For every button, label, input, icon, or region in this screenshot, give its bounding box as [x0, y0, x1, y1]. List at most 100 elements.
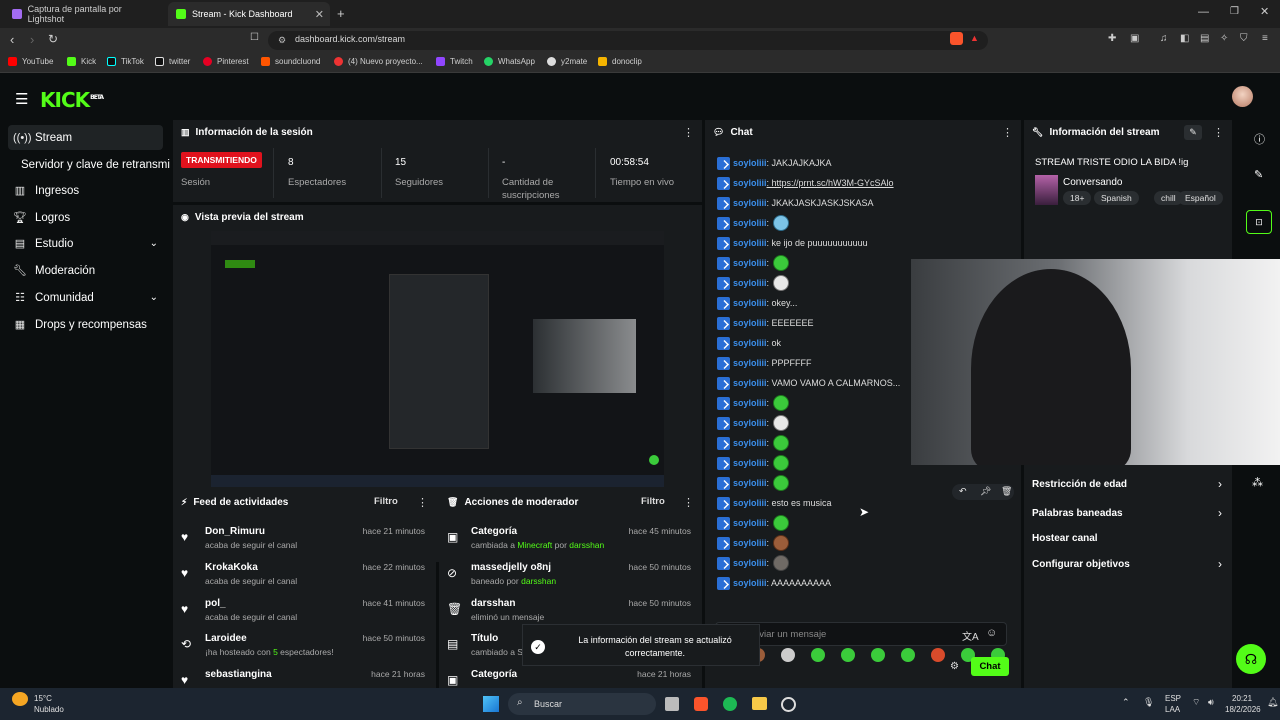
- chat-username[interactable]: soyloliii: [733, 458, 767, 468]
- chat-message[interactable]: soyloliii: EEEEEEE: [717, 314, 814, 332]
- chat-username[interactable]: soyloliii: [733, 478, 767, 488]
- chevron-down-icon[interactable]: ⌄: [150, 292, 158, 303]
- microphone-icon[interactable]: 🎙︎: [1143, 697, 1154, 708]
- hamburger-menu-icon[interactable]: ☰: [15, 90, 28, 108]
- language-layout[interactable]: LAA: [1165, 705, 1180, 714]
- sidebar-item-moderacion[interactable]: 🔧︎ Moderación: [8, 258, 163, 283]
- feed-user[interactable]: pol_: [205, 598, 226, 609]
- tab-lightshot[interactable]: Captura de pantalla por Lightshot: [4, 2, 164, 26]
- sidebar-item-estudio[interactable]: ▤ Estudio ⌄: [8, 231, 163, 256]
- chat-username[interactable]: soyloliii: [733, 518, 767, 528]
- feed-user[interactable]: Don_Rimuru: [205, 526, 265, 537]
- chat-message[interactable]: soyloliii: esto es musica: [717, 494, 832, 512]
- chat-message[interactable]: soyloliii: AAAAAAAAAA: [717, 574, 831, 592]
- sidebar-item-logros[interactable]: 🏆︎ Logros: [8, 205, 163, 230]
- kebab-menu-icon[interactable]: ⋮: [1213, 126, 1224, 139]
- wallet-icon[interactable]: ▤: [1200, 33, 1209, 44]
- chat-message[interactable]: soyloliii:: [717, 554, 790, 572]
- kebab-menu-icon[interactable]: ⋮: [683, 126, 694, 139]
- minimize-button[interactable]: —: [1198, 6, 1209, 18]
- quick-emote-icon[interactable]: [871, 648, 885, 662]
- weather-icon[interactable]: [12, 692, 28, 706]
- chat-username[interactable]: soyloliii: [733, 438, 767, 448]
- chat-message[interactable]: soyloliii: VAMO VAMO A CALMARNOS...: [717, 374, 900, 392]
- age-restriction-link[interactable]: Restricción de edad: [1032, 479, 1127, 490]
- close-tab-icon[interactable]: ✕: [315, 8, 324, 21]
- brave-shield-icon[interactable]: [950, 32, 963, 45]
- brave-rewards-icon[interactable]: ▲: [970, 33, 979, 43]
- leo-ai-icon[interactable]: ✧: [1220, 33, 1228, 44]
- extensions-icon[interactable]: ✚: [1108, 33, 1116, 44]
- mod-action-name[interactable]: darsshan: [471, 598, 515, 609]
- fullscreen-preview-icon[interactable]: ⊡: [1246, 210, 1272, 234]
- quick-emote-icon[interactable]: [901, 648, 915, 662]
- bookmark-twitter[interactable]: twitter: [155, 57, 190, 66]
- screenshot-icon[interactable]: ▣: [1130, 33, 1139, 44]
- chat-username[interactable]: soyloliii: [733, 338, 767, 348]
- clock-date[interactable]: 18/2/2026: [1225, 705, 1261, 714]
- chat-username[interactable]: soyloliii: [733, 558, 767, 568]
- kebab-menu-icon[interactable]: ⋮: [1002, 126, 1013, 139]
- chat-username[interactable]: soyloliii: [733, 578, 767, 588]
- chat-message[interactable]: soyloliii:: [717, 414, 790, 432]
- goals-link[interactable]: Configurar objetivos: [1032, 559, 1130, 570]
- chat-username[interactable]: soyloliii: [733, 158, 767, 168]
- brave-icon[interactable]: [694, 697, 708, 711]
- bookmark-pinterest[interactable]: Pinterest: [203, 57, 249, 66]
- url-text[interactable]: dashboard.kick.com/stream: [295, 34, 405, 44]
- sidebar-item-server-key[interactable]: Servidor y clave de retransmi: [16, 152, 176, 177]
- user-avatar[interactable]: [1232, 86, 1253, 107]
- chat-message[interactable]: soyloliii:: [717, 214, 790, 232]
- chat-username[interactable]: soyloliii: [733, 418, 767, 428]
- host-channel-link[interactable]: Hostear canal: [1032, 533, 1098, 544]
- pin-icon[interactable]: 📌︎: [980, 486, 991, 497]
- chat-message[interactable]: soyloliii: ke ijo de puuuuuuuuuuu: [717, 234, 868, 252]
- quick-emote-icon[interactable]: [841, 648, 855, 662]
- chat-username[interactable]: soyloliii: [733, 258, 767, 268]
- feed-user[interactable]: sebastiangina: [205, 669, 272, 680]
- chevron-right-icon[interactable]: ›: [1218, 506, 1222, 520]
- bookmark-donoclip[interactable]: donoclip: [598, 57, 642, 66]
- menu-icon[interactable]: ≡: [1262, 33, 1268, 44]
- chat-username[interactable]: soyloliii: [733, 498, 767, 508]
- new-tab-button[interactable]: +: [337, 6, 345, 21]
- sidebar-item-drops[interactable]: ▦ Drops y recompensas: [8, 312, 163, 337]
- feed-user[interactable]: Laroidee: [205, 633, 247, 644]
- chat-username[interactable]: soyloliii: [733, 538, 767, 548]
- filter-button[interactable]: Filtro: [641, 496, 665, 507]
- chat-message[interactable]: soyloliii:: [717, 274, 790, 292]
- chat-username[interactable]: soyloliii: [733, 378, 767, 388]
- tag[interactable]: 18+: [1063, 191, 1092, 205]
- translate-icon[interactable]: 文A: [962, 628, 979, 643]
- maximize-button[interactable]: ❐: [1230, 6, 1239, 17]
- chat-message[interactable]: soyloliii: PPPFFFF: [717, 354, 812, 372]
- wifi-icon[interactable]: ⌔: [1192, 697, 1200, 708]
- bookmark-soundcloud[interactable]: soundcluond: [261, 57, 320, 66]
- sidebar-toggle-icon[interactable]: ◧: [1180, 33, 1189, 44]
- connections-icon[interactable]: ⁂: [1252, 476, 1263, 489]
- weather-desc[interactable]: Nublado: [34, 705, 64, 714]
- chat-message[interactable]: soyloliii: JAKJAJKAJKA: [717, 154, 832, 172]
- chat-send-button[interactable]: Chat: [971, 657, 1009, 676]
- chat-username[interactable]: soyloliii: [733, 238, 767, 248]
- bookmark-twitch[interactable]: Twitch: [436, 57, 473, 66]
- stream-category[interactable]: Conversando: [1063, 177, 1122, 188]
- vpn-icon[interactable]: ⛉: [1240, 33, 1248, 44]
- chat-username[interactable]: soyloliii: [733, 218, 767, 228]
- chat-message[interactable]: soyloliii: JKAKJASKJASKJSKASA: [717, 194, 874, 212]
- bookmark-youtube[interactable]: YouTube: [8, 57, 53, 66]
- filter-button[interactable]: Filtro: [374, 496, 398, 507]
- chat-message[interactable]: soyloliii:: [717, 394, 790, 412]
- file-explorer-icon[interactable]: [752, 697, 767, 710]
- tag[interactable]: Español: [1178, 191, 1223, 205]
- back-icon[interactable]: ‹: [10, 32, 14, 47]
- chat-message[interactable]: soyloliii: https://prnt.sc/hW3M-GYcSAlo: [717, 174, 894, 192]
- chevron-right-icon[interactable]: ›: [1218, 557, 1222, 571]
- kebab-menu-icon[interactable]: ⋮: [683, 496, 694, 509]
- close-window-button[interactable]: ✕: [1260, 5, 1269, 18]
- stream-preview-video[interactable]: [211, 231, 664, 487]
- chat-username[interactable]: soyloliii: [733, 398, 767, 408]
- chevron-up-icon[interactable]: ⌃: [1122, 697, 1130, 708]
- quick-emote-icon[interactable]: [811, 648, 825, 662]
- chat-message[interactable]: soyloliii: ok: [717, 334, 781, 352]
